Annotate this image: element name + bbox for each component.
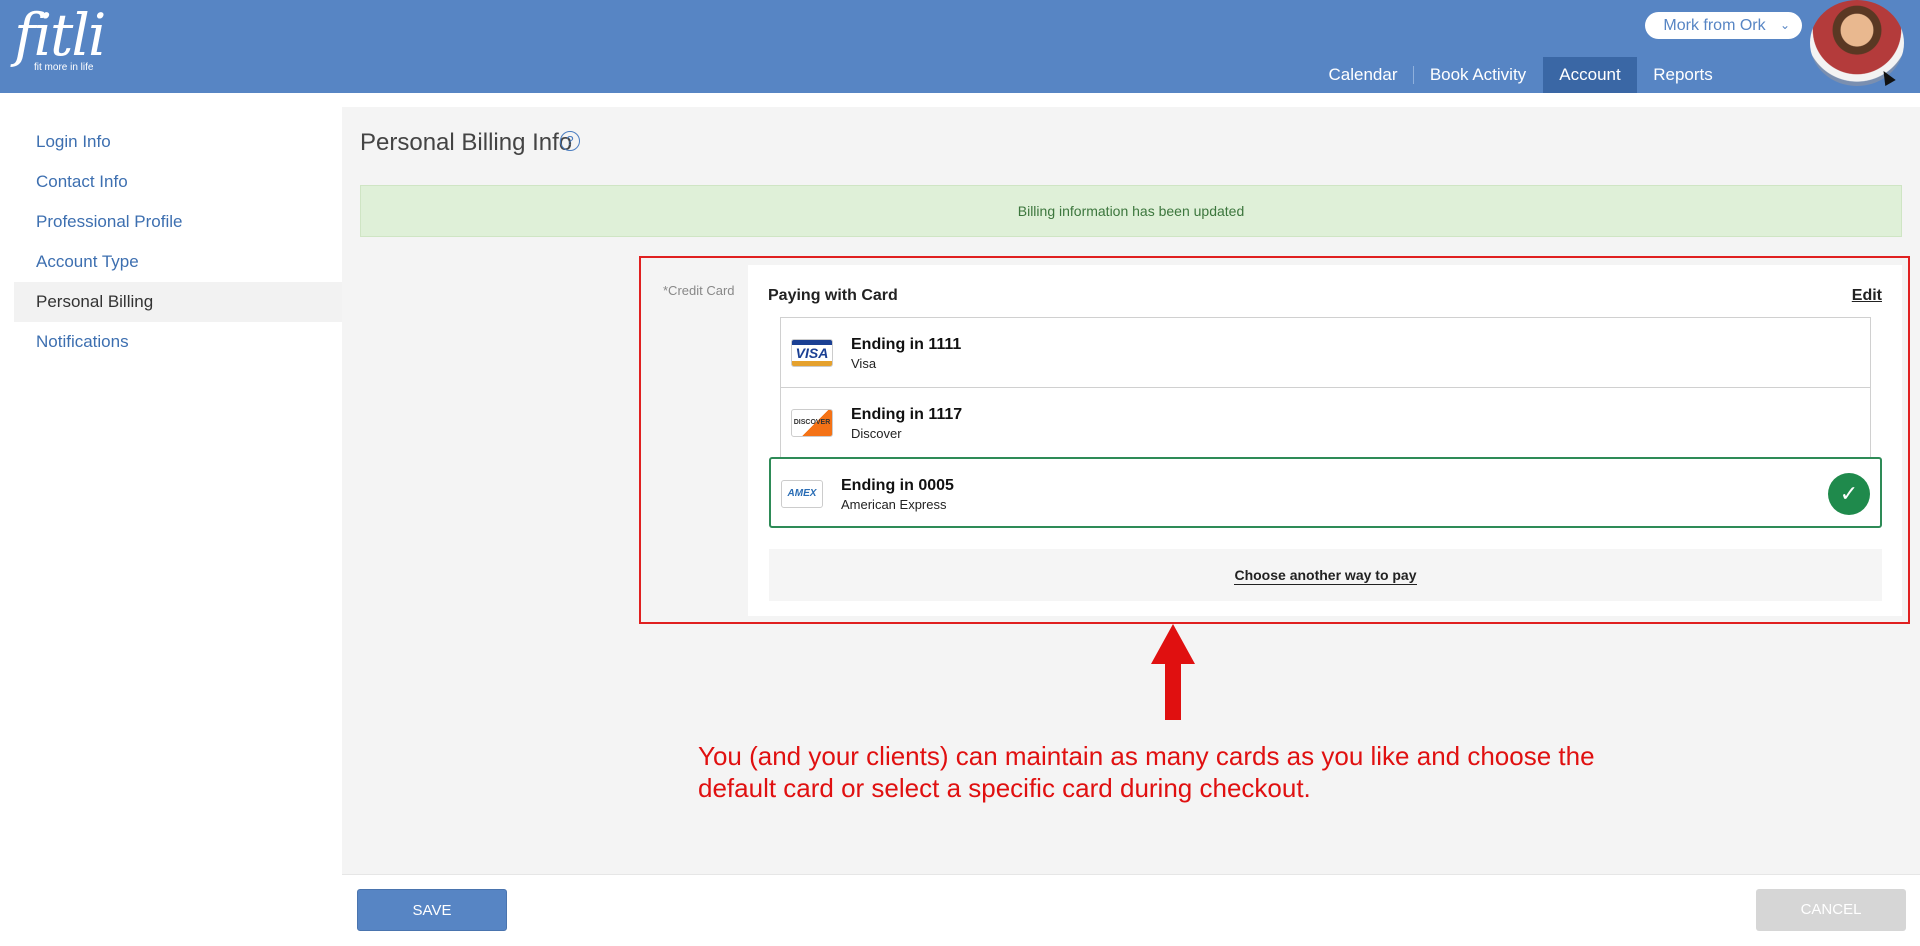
page-title: Personal Billing Info: [360, 129, 573, 156]
card-selection-panel: Paying with Card Edit VISA Ending in 111…: [748, 265, 1902, 616]
selected-check-icon: ✓: [1828, 473, 1870, 515]
help-icon[interactable]: ?: [560, 131, 580, 151]
card-type: American Express: [841, 497, 947, 512]
card-type: Visa: [851, 356, 877, 371]
nav-divider: [1413, 66, 1414, 84]
choose-another-payment-button[interactable]: Choose another way to pay: [769, 549, 1882, 601]
nav-book-activity[interactable]: Book Activity: [1421, 57, 1535, 93]
amex-card-icon: AMEX: [781, 480, 823, 508]
fitli-logo[interactable]: fitli fit more in life: [14, 1, 106, 73]
save-button[interactable]: SAVE: [357, 889, 507, 931]
card-title: Ending in 0005: [841, 477, 954, 494]
card-option-amex[interactable]: AMEX Ending in 0005 American Express ✓: [769, 457, 1882, 528]
sidebar-item-account-type[interactable]: Account Type: [14, 242, 342, 282]
chevron-down-icon: ⌄: [1779, 18, 1790, 32]
nav-account[interactable]: Account: [1543, 57, 1637, 93]
paying-with-card-heading: Paying with Card: [768, 287, 898, 304]
edit-cards-link[interactable]: Edit: [1852, 287, 1882, 305]
form-footer: SAVE CANCEL: [342, 875, 1920, 946]
card-title: Ending in 1111: [851, 336, 962, 353]
top-header: fitli fit more in life Mork from Ork ⌄ C…: [0, 0, 1920, 93]
logo-wordmark: fitli: [14, 1, 106, 69]
annotation-line-2: default card or select a specific card d…: [698, 773, 1311, 803]
annotation-text: You (and your clients) can maintain as m…: [698, 740, 1678, 804]
sidebar-item-personal-billing[interactable]: Personal Billing: [14, 282, 342, 322]
visa-card-icon: VISA: [791, 339, 833, 367]
nav-calendar[interactable]: Calendar: [1317, 57, 1409, 93]
user-name: Mork from Ork: [1663, 17, 1766, 34]
discover-card-icon: DISCOVER: [791, 409, 833, 437]
card-title: Ending in 1117: [851, 406, 963, 423]
card-option-discover[interactable]: DISCOVER Ending in 1117 Discover: [780, 387, 1871, 458]
annotation-up-arrow-icon: [1151, 624, 1195, 720]
sidebar-item-notifications[interactable]: Notifications: [14, 322, 342, 362]
card-option-visa[interactable]: VISA Ending in 1111 Visa: [780, 317, 1871, 388]
sidebar-item-login-info[interactable]: Login Info: [14, 122, 342, 162]
success-alert: Billing information has been updated: [360, 185, 1902, 237]
cancel-button[interactable]: CANCEL: [1756, 889, 1906, 931]
sidebar-item-contact-info[interactable]: Contact Info: [14, 162, 342, 202]
annotation-line-1: You (and your clients) can maintain as m…: [698, 741, 1595, 771]
choose-another-label: Choose another way to pay: [1234, 567, 1417, 585]
card-type: Discover: [851, 426, 902, 441]
user-menu-button[interactable]: Mork from Ork ⌄: [1645, 12, 1802, 39]
credit-card-field-label: *Credit Card: [663, 283, 735, 298]
nav-reports[interactable]: Reports: [1645, 57, 1721, 93]
account-sidebar: Login Info Contact Info Professional Pro…: [14, 122, 342, 362]
sidebar-item-professional-profile[interactable]: Professional Profile: [14, 202, 342, 242]
